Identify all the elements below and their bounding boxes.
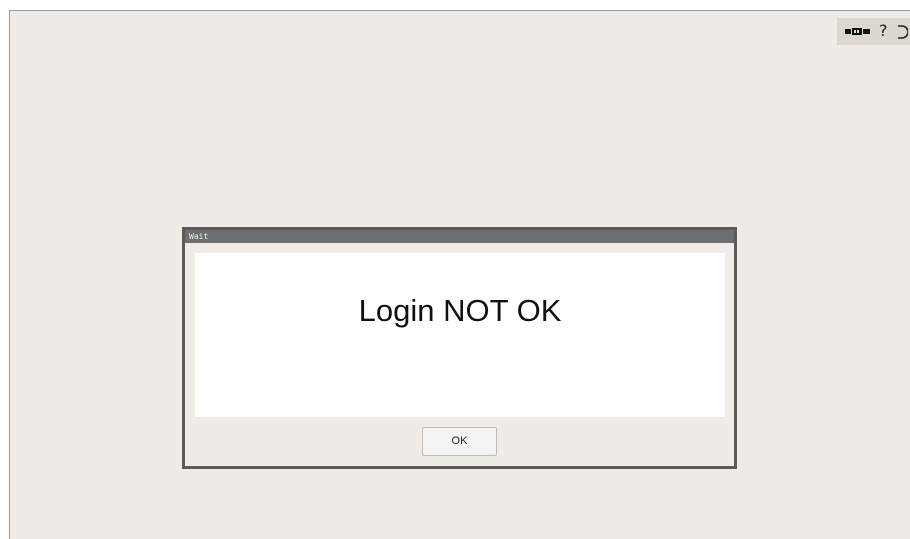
help-icon[interactable]: ? <box>879 22 888 39</box>
dialog-titlebar[interactable]: Wait <box>185 230 734 243</box>
wait-dialog: Wait Login NOT OK OK <box>182 227 737 469</box>
keyboard-icon[interactable] <box>845 25 871 39</box>
login-status-message: Login NOT OK <box>358 293 562 328</box>
ok-button[interactable]: OK <box>422 427 497 456</box>
message-panel: Login NOT OK <box>195 253 725 417</box>
dialog-title: Wait <box>189 232 209 241</box>
power-icon[interactable] <box>896 24 908 40</box>
system-tray: ? <box>837 18 910 45</box>
